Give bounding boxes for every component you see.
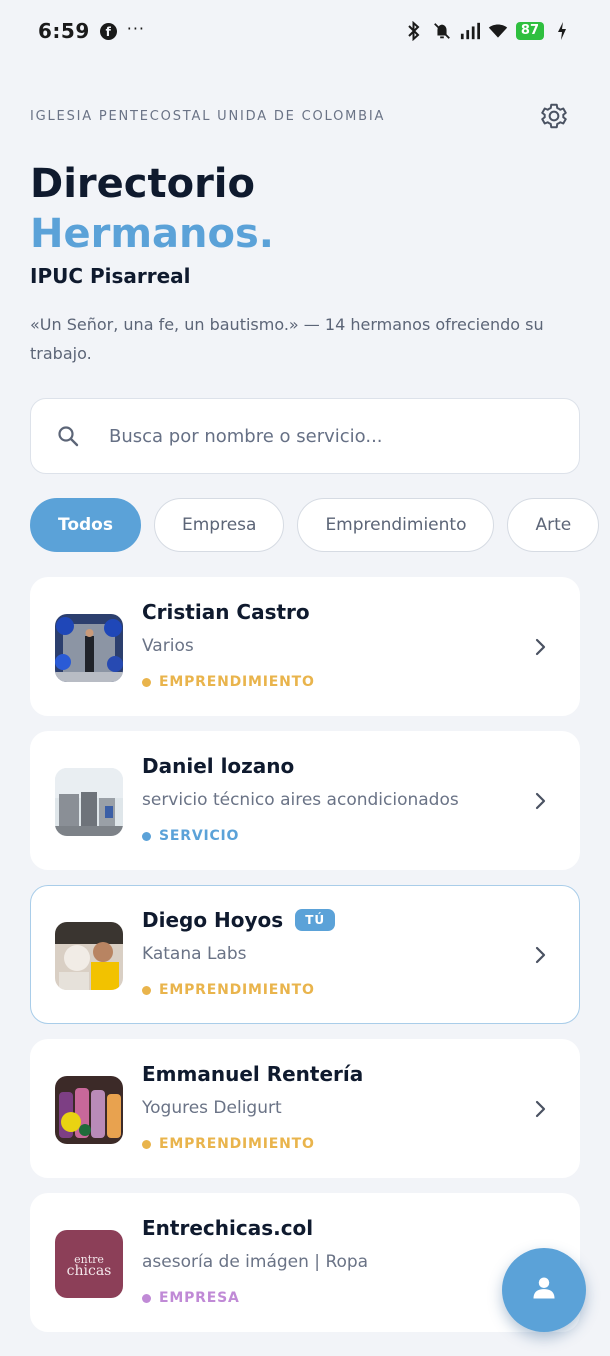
filter-chip-todos[interactable]: Todos <box>30 498 141 552</box>
church-name: IPUC Pisarreal <box>30 264 191 288</box>
current-user-badge: TÚ <box>295 909 336 931</box>
category-dot <box>142 1139 151 1149</box>
search-bar[interactable] <box>30 398 580 474</box>
status-bar: 6:59 f ··· 87 <box>0 0 610 62</box>
search-input[interactable] <box>109 425 529 447</box>
member-description: Varios <box>142 636 194 656</box>
category-dot <box>142 1293 151 1303</box>
page-subtitle: Hermanos. <box>30 211 274 257</box>
chevron-right-icon <box>531 944 549 966</box>
category-tag: EMPRENDIMIENTO <box>142 674 315 690</box>
chevron-right-icon <box>531 790 549 812</box>
member-name: Daniel lozano <box>142 754 295 778</box>
wifi-icon <box>488 21 508 41</box>
battery-indicator: 87 <box>515 22 544 40</box>
category-dot <box>142 985 151 995</box>
tagline: «Un Señor, una fe, un bautismo.» — 14 he… <box>30 315 544 363</box>
member-description: servicio técnico aires acondicionados <box>142 790 459 810</box>
settings-gear-icon[interactable] <box>538 100 570 132</box>
member-name: Diego Hoyos <box>142 908 284 932</box>
search-icon <box>55 423 81 449</box>
chevron-right-icon <box>531 1098 549 1120</box>
member-logo: entre chicas <box>55 1230 123 1298</box>
svg-text:chicas: chicas <box>67 1263 112 1279</box>
status-time: 6:59 <box>38 19 90 43</box>
filter-chips: Todos Empresa Emprendimiento Arte <box>30 498 610 554</box>
profile-fab-button[interactable] <box>502 1248 586 1332</box>
category-label: EMPRESA <box>159 1290 240 1306</box>
category-tag: SERVICIO <box>142 828 239 844</box>
member-card[interactable]: entre chicas Entrechicas.col asesoría de… <box>30 1193 580 1332</box>
signal-icon <box>460 21 480 41</box>
filter-chip-emprendimiento[interactable]: Emprendimiento <box>297 498 495 552</box>
category-tag: EMPRENDIMIENTO <box>142 1136 315 1152</box>
filter-chip-empresa[interactable]: Empresa <box>153 498 285 552</box>
member-description: Yogures Deligurt <box>142 1098 282 1118</box>
more-notifications-icon: ··· <box>126 18 146 38</box>
bluetooth-icon <box>404 21 424 41</box>
facebook-icon: f <box>99 22 117 40</box>
category-dot <box>142 677 151 687</box>
page-title: Directorio <box>30 161 255 207</box>
member-name: Entrechicas.col <box>142 1216 314 1240</box>
filter-chip-arte[interactable]: Arte <box>507 498 600 552</box>
chevron-right-icon <box>531 636 549 658</box>
member-description: Katana Labs <box>142 944 247 964</box>
category-label: EMPRENDIMIENTO <box>159 1136 315 1152</box>
category-tag: EMPRESA <box>142 1290 240 1306</box>
category-label: SERVICIO <box>159 828 240 844</box>
charging-icon <box>552 21 572 41</box>
category-label: EMPRENDIMIENTO <box>159 674 315 690</box>
member-photo <box>55 1076 123 1144</box>
member-name: Cristian Castro <box>142 600 310 624</box>
category-label: EMPRENDIMIENTO <box>159 982 315 998</box>
user-icon <box>530 1274 558 1306</box>
member-card[interactable]: Daniel lozano servicio técnico aires aco… <box>30 731 580 870</box>
member-card-current-user[interactable]: Diego Hoyos TÚ Katana Labs EMPRENDIMIENT… <box>30 885 580 1024</box>
mute-icon <box>432 21 452 41</box>
member-name: Emmanuel Rentería <box>142 1062 364 1086</box>
member-description: asesoría de imágen | Ropa <box>142 1252 369 1272</box>
category-dot <box>142 831 151 841</box>
category-tag: EMPRENDIMIENTO <box>142 982 315 998</box>
member-card[interactable]: Cristian Castro Varios EMPRENDIMIENTO <box>30 577 580 716</box>
member-photo <box>55 614 123 682</box>
member-card[interactable]: Emmanuel Rentería Yogures Deligurt EMPRE… <box>30 1039 580 1178</box>
member-list: Cristian Castro Varios EMPRENDIMIENTO Da… <box>30 577 580 1347</box>
organization-name: IGLESIA PENTECOSTAL UNIDA DE COLOMBIA <box>30 108 386 124</box>
member-photo <box>55 922 123 990</box>
member-photo <box>55 768 123 836</box>
